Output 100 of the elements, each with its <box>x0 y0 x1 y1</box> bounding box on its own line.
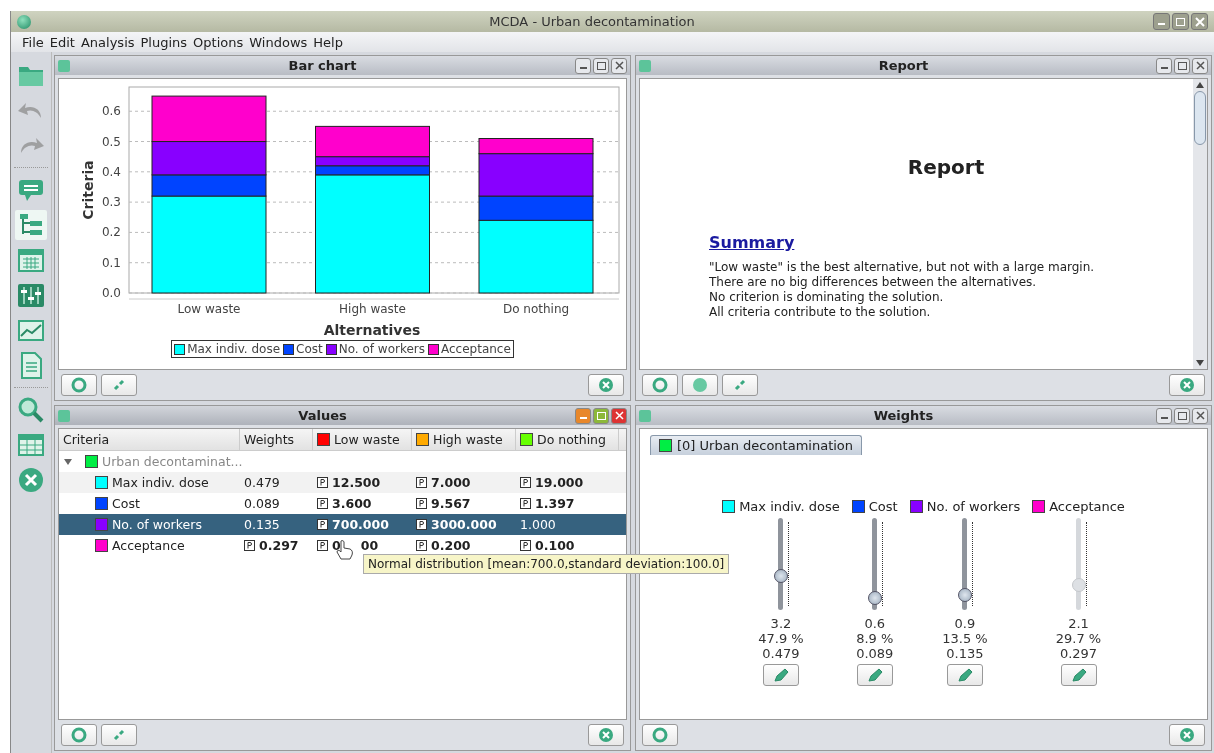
cell-value: 9.567 <box>431 496 471 511</box>
category-label: Low waste <box>177 302 241 316</box>
axis-tick-label: 0.6 <box>101 104 121 119</box>
window-title: MCDA - Urban decontamination <box>488 14 696 29</box>
menu-item[interactable]: Plugins <box>137 34 191 50</box>
cell-value: 3000.000 <box>431 517 497 532</box>
close-icon <box>1195 411 1205 420</box>
chain-link-icon <box>732 377 748 393</box>
tree-node-label[interactable]: Urban decontaminat... <box>102 454 243 469</box>
close-button[interactable] <box>611 57 627 74</box>
slider-thumb[interactable] <box>957 588 972 603</box>
column-header[interactable]: Weights <box>240 429 313 450</box>
help-button[interactable] <box>642 374 678 396</box>
maximize-button[interactable] <box>1174 407 1190 424</box>
minimize-button[interactable] <box>1153 13 1170 30</box>
report-line: All criteria contribute to the solution. <box>709 305 932 320</box>
slider-thumb[interactable] <box>867 590 882 605</box>
column-header[interactable]: Low waste <box>313 429 412 450</box>
criterion-label: Cost <box>868 499 898 514</box>
column-header[interactable]: High waste <box>412 429 516 450</box>
link-button[interactable] <box>722 374 758 396</box>
minimize-button[interactable] <box>575 407 591 424</box>
weight-value: 0.6 <box>864 616 886 631</box>
close-panel-button[interactable] <box>588 374 624 396</box>
close-button[interactable] <box>1192 407 1208 424</box>
criterion-label: Acceptance <box>1049 499 1125 514</box>
column-header[interactable]: Criteria <box>59 429 240 450</box>
table-row[interactable]: Cost 0.089 3.600 9.567 1.397 <box>59 493 626 514</box>
app-logo-icon <box>17 14 31 29</box>
close-icon <box>614 61 624 70</box>
section-link[interactable]: Summary <box>709 233 795 252</box>
minimize-button[interactable] <box>1156 57 1172 74</box>
column-header[interactable]: Do nothing <box>516 429 619 450</box>
scroll-thumb[interactable] <box>1194 91 1206 145</box>
maximize-button[interactable] <box>1172 13 1189 30</box>
menu-item[interactable]: Edit <box>46 34 78 50</box>
close-button[interactable] <box>1192 57 1208 74</box>
slider-thumb[interactable] <box>773 569 788 584</box>
cell-value: 3.600 <box>332 496 372 511</box>
close-icon <box>598 377 614 393</box>
menu-item[interactable]: Options <box>190 34 247 50</box>
normalized-weight: 0.479 <box>762 646 800 661</box>
menu-item[interactable]: Help <box>310 34 346 50</box>
column-label: Criteria <box>63 432 110 447</box>
tab[interactable]: [0] Urban decontamination <box>650 435 863 455</box>
menu-item[interactable]: Analysis <box>77 34 138 50</box>
close-button[interactable] <box>611 407 627 424</box>
table-row[interactable]: Max indiv. dose 0.479 12.500 7.000 19.000 <box>59 472 626 493</box>
maximize-button[interactable] <box>593 57 609 74</box>
menu-item[interactable]: File <box>19 34 47 50</box>
cell-value: 0 <box>332 538 341 553</box>
close-panel-button[interactable] <box>588 724 624 746</box>
expand-toggle-icon[interactable] <box>63 456 73 467</box>
help-button[interactable] <box>61 724 97 746</box>
maximize-button[interactable] <box>593 407 609 424</box>
table-row[interactable]: No. of workers 0.135 700.000 3000.000 1.000 <box>59 514 626 535</box>
close-icon <box>1194 16 1205 27</box>
minimize-button[interactable] <box>575 57 591 74</box>
edit-button[interactable] <box>762 664 799 686</box>
axis-tick-label: 0.4 <box>101 164 121 179</box>
weight-percent: 29.7 % <box>1055 631 1102 646</box>
tab-label: [0] Urban decontamination <box>677 438 854 453</box>
cell-value: 700.000 <box>332 517 389 532</box>
globe-button[interactable] <box>682 374 718 396</box>
help-button[interactable] <box>642 724 678 746</box>
probability-icon <box>520 477 531 488</box>
probability-icon <box>244 540 255 551</box>
close-panel-button[interactable] <box>1169 374 1205 396</box>
cell-value: 00 <box>360 538 379 553</box>
probability-icon <box>317 498 328 509</box>
normalized-weight: 0.089 <box>856 646 894 661</box>
maximize-button[interactable] <box>1174 57 1190 74</box>
legend-label: Acceptance <box>441 342 511 356</box>
weight-percent: 47.9 % <box>758 631 804 646</box>
close-panel-button[interactable] <box>1169 724 1205 746</box>
probability-icon <box>317 477 328 488</box>
x-axis-title: Alternatives <box>323 322 421 337</box>
table-row[interactable]: Acceptance 0.297 0 00 0.200 0.100 <box>59 535 626 556</box>
probability-icon <box>317 540 328 551</box>
vertical-scrollbar[interactable] <box>1193 79 1207 369</box>
cell-value: 7.000 <box>431 475 471 490</box>
close-icon <box>1179 377 1195 393</box>
help-button[interactable] <box>61 374 97 396</box>
tree-icon[interactable] <box>15 210 47 240</box>
probability-icon <box>520 498 531 509</box>
pencil-icon <box>1069 667 1088 683</box>
axis-tick-label: 0.0 <box>101 286 121 300</box>
link-button[interactable] <box>101 374 137 396</box>
close-button[interactable] <box>1191 13 1208 30</box>
axis-tick-label: 0.1 <box>101 255 121 270</box>
minimize-button[interactable] <box>1156 407 1172 424</box>
criterion-label: No. of workers <box>926 499 1021 514</box>
probability-icon <box>416 540 427 551</box>
edit-button[interactable] <box>946 664 983 686</box>
edit-button[interactable] <box>1060 664 1097 686</box>
menu-item[interactable]: Windows <box>246 34 311 50</box>
column-label: Weights <box>244 432 295 447</box>
link-button[interactable] <box>101 724 137 746</box>
category-label: High waste <box>339 302 406 316</box>
edit-button[interactable] <box>856 664 893 686</box>
